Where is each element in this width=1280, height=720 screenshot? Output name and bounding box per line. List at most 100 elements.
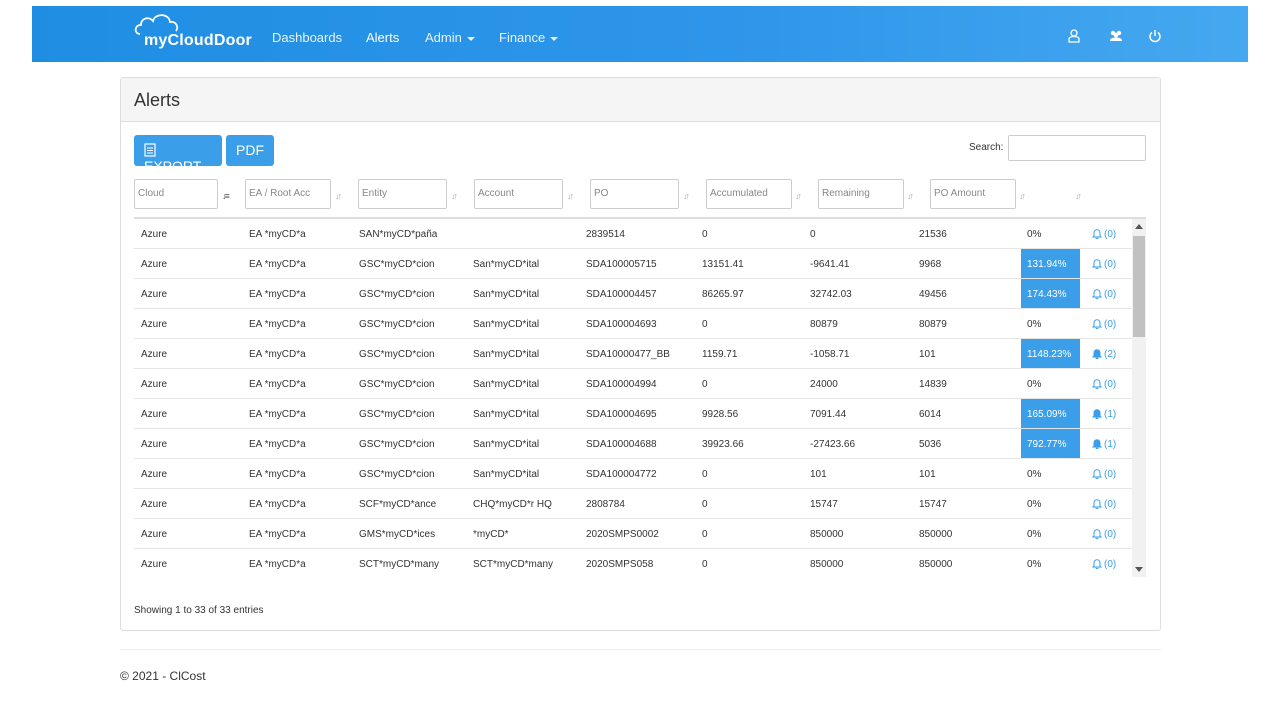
cell-account: SCT*myCD*many bbox=[473, 559, 554, 570]
filter-entity[interactable]: Entity bbox=[358, 179, 447, 209]
sort-icon[interactable]: ↓↑ bbox=[1075, 191, 1082, 201]
nav-dashboards[interactable]: Dashboards bbox=[272, 30, 342, 45]
cell-account: San*myCD*ital bbox=[473, 259, 540, 270]
chevron-down-icon bbox=[550, 36, 559, 41]
brand-logo[interactable]: myCloudDoor bbox=[132, 10, 252, 58]
chevron-down-icon bbox=[466, 36, 475, 41]
sort-icon[interactable]: ↓↑ bbox=[907, 191, 914, 201]
cell-cloud: Azure bbox=[141, 499, 168, 510]
scroll-down-icon[interactable] bbox=[1135, 567, 1143, 572]
bell-icon bbox=[1091, 229, 1103, 240]
filter-po[interactable]: PO bbox=[590, 179, 679, 209]
cell-account: San*myCD*ital bbox=[473, 439, 540, 450]
alerts-link[interactable]: (0) bbox=[1091, 288, 1117, 300]
cell-entity: GSC*myCD*cion bbox=[359, 469, 435, 480]
cell-cloud: Azure bbox=[141, 319, 168, 330]
sort-icon[interactable]: ↓↑ bbox=[567, 191, 574, 201]
cell-po-amount: 49456 bbox=[919, 289, 947, 300]
filter-account[interactable]: Account bbox=[474, 179, 563, 209]
pdf-button[interactable]: PDF bbox=[226, 135, 274, 166]
alerts-link[interactable]: (1) bbox=[1091, 408, 1117, 420]
cell-remaining: -9641.41 bbox=[810, 259, 850, 270]
search-input[interactable] bbox=[1008, 135, 1146, 161]
alert-count: (0) bbox=[1104, 289, 1117, 300]
sort-desc-icon[interactable]: ↓≡ bbox=[222, 191, 230, 201]
alerts-link[interactable]: (0) bbox=[1091, 258, 1116, 270]
filter-accumulated[interactable]: Accumulated bbox=[706, 179, 792, 209]
cell-po: SDA10000477_BB bbox=[586, 349, 670, 360]
cell-accumulated: 86265.97 bbox=[702, 289, 744, 300]
filter-ea[interactable]: EA / Root Acc bbox=[245, 179, 331, 209]
cell-account: San*myCD*ital bbox=[473, 289, 540, 300]
export-button[interactable]: EXPORT bbox=[134, 135, 222, 174]
cell-ea: EA *myCD*a bbox=[249, 229, 306, 240]
bell-icon bbox=[1091, 529, 1103, 540]
cell-ea: EA *myCD*a bbox=[249, 529, 306, 540]
cell-entity: GSC*myCD*cion bbox=[359, 409, 435, 420]
alert-count: (0) bbox=[1104, 559, 1117, 570]
cell-po-amount: 21536 bbox=[919, 229, 947, 240]
nav-finance[interactable]: Finance bbox=[499, 30, 559, 45]
alerts-link[interactable]: (0) bbox=[1091, 558, 1117, 570]
user-icon[interactable] bbox=[1066, 28, 1082, 44]
alerts-link[interactable]: (0) bbox=[1091, 528, 1116, 540]
cell-account: San*myCD*ital bbox=[473, 319, 540, 330]
footer-copyright: © 2021 - ClCost bbox=[120, 669, 206, 683]
cell-entity: SCT*myCD*many bbox=[359, 559, 440, 570]
cell-percentage: 0% bbox=[1027, 559, 1042, 570]
cell-ea: EA *myCD*a bbox=[249, 409, 306, 420]
cell-po-amount: 5036 bbox=[919, 439, 942, 450]
cell-cloud: Azure bbox=[141, 289, 168, 300]
cell-ea: EA *myCD*a bbox=[249, 379, 306, 390]
users-icon[interactable] bbox=[1108, 28, 1124, 44]
nav-alerts[interactable]: Alerts bbox=[366, 30, 399, 45]
alerts-link[interactable]: (0) bbox=[1091, 378, 1116, 390]
sort-icon[interactable]: ↓↑ bbox=[795, 191, 802, 201]
power-icon[interactable] bbox=[1147, 28, 1163, 44]
cell-cloud: Azure bbox=[141, 559, 168, 570]
cell-remaining: 80879 bbox=[810, 319, 838, 330]
bell-icon bbox=[1091, 379, 1103, 390]
alert-count: (1) bbox=[1104, 409, 1117, 420]
cell-cloud: Azure bbox=[141, 229, 168, 240]
scroll-up-icon[interactable] bbox=[1135, 224, 1143, 229]
search-label: Search: bbox=[969, 142, 1004, 153]
cell-cloud: Azure bbox=[141, 259, 168, 270]
cell-account: *myCD* bbox=[473, 529, 509, 540]
footer-divider bbox=[120, 649, 1161, 650]
filter-po-amount[interactable]: PO Amount bbox=[930, 179, 1016, 209]
alerts-link[interactable]: (0) bbox=[1091, 318, 1116, 330]
cell-remaining: 101 bbox=[810, 469, 827, 480]
table-scrollbar[interactable] bbox=[1132, 219, 1146, 577]
cell-po: SDA100004772 bbox=[586, 469, 657, 480]
cell-cloud: Azure bbox=[141, 379, 168, 390]
sort-icon[interactable]: ↓↑ bbox=[1019, 191, 1026, 201]
sort-icon[interactable]: ↓↑ bbox=[335, 191, 342, 201]
cell-cloud: Azure bbox=[141, 469, 168, 480]
sort-icon[interactable]: ↓↑ bbox=[683, 191, 690, 201]
bell-icon bbox=[1091, 559, 1103, 570]
alerts-link[interactable]: (0) bbox=[1091, 228, 1116, 240]
cell-ea: EA *myCD*a bbox=[249, 439, 306, 450]
filter-remaining[interactable]: Remaining bbox=[818, 179, 904, 209]
cell-accumulated: 0 bbox=[702, 229, 708, 240]
cell-ea: EA *myCD*a bbox=[249, 559, 306, 570]
filter-cloud[interactable]: Cloud bbox=[134, 179, 218, 209]
cell-remaining: 850000 bbox=[810, 529, 844, 540]
alerts-link[interactable]: (2) bbox=[1091, 348, 1116, 360]
cell-po: SDA100004457 bbox=[586, 289, 657, 300]
sort-icon[interactable]: ↓↑ bbox=[451, 191, 458, 201]
bell-icon bbox=[1091, 319, 1103, 330]
cell-percentage: 174.43% bbox=[1021, 279, 1080, 308]
cell-cloud: Azure bbox=[141, 409, 168, 420]
alerts-link[interactable]: (0) bbox=[1091, 498, 1116, 510]
alerts-link[interactable]: (0) bbox=[1091, 468, 1116, 480]
nav-admin[interactable]: Admin bbox=[425, 30, 475, 45]
bell-filled-icon bbox=[1091, 409, 1103, 420]
scroll-thumb[interactable] bbox=[1133, 236, 1145, 337]
table-row: Azure EA *myCD*a GSC*myCD*cion San*myCD*ita… bbox=[134, 249, 1132, 279]
cell-entity: GSC*myCD*cion bbox=[359, 289, 435, 300]
alerts-link[interactable]: (1) bbox=[1091, 438, 1116, 450]
cell-po-amount: 850000 bbox=[919, 559, 953, 570]
bell-icon bbox=[1091, 499, 1103, 510]
